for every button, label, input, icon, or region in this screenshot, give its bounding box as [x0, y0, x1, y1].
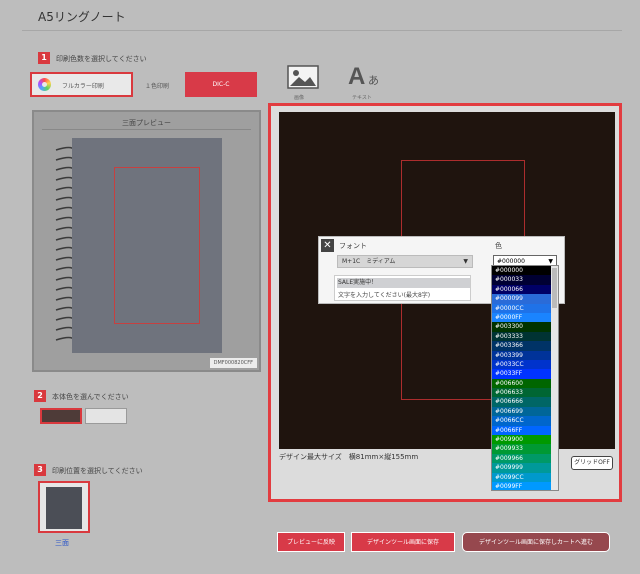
close-icon[interactable]: ✕: [321, 239, 334, 252]
color-select-value: #000000: [497, 258, 525, 265]
text-input[interactable]: SALE実施中！ 文字を入力してください(最大8字): [334, 275, 471, 301]
scrollbar-thumb[interactable]: [552, 268, 557, 308]
color-option[interactable]: #006699: [492, 406, 558, 417]
color-option[interactable]: #0000FF: [492, 312, 558, 323]
fullcolor-print-button[interactable]: フルカラー印刷: [30, 72, 133, 97]
color-option[interactable]: #0033CC: [492, 359, 558, 370]
color-option[interactable]: #003366: [492, 341, 558, 351]
print-position-preview: [46, 487, 82, 529]
color-option[interactable]: #003399: [492, 350, 558, 360]
color-option[interactable]: #009999: [492, 463, 558, 473]
save-and-cart-button[interactable]: デザインツール画面に保存しカートへ進む: [462, 532, 610, 552]
dic-color-button[interactable]: DIC-C: [185, 72, 257, 97]
font-select-value: M+1C ミディアム: [342, 258, 396, 265]
text-input-line-1: SALE実施中！: [337, 278, 470, 288]
save-design-button[interactable]: デザインツール画面に保存: [351, 532, 455, 552]
color-option[interactable]: #000033: [492, 275, 558, 285]
color-option[interactable]: #009933: [492, 444, 558, 454]
step-3-number: 3: [34, 464, 46, 476]
step-2-text: 本体色を選んでください: [52, 393, 129, 401]
grid-toggle-button[interactable]: グリッドOFF: [571, 456, 613, 470]
image-tool-icon[interactable]: [287, 65, 319, 89]
step-1-number: 1: [38, 52, 50, 64]
color-option[interactable]: #0099CC: [492, 472, 558, 482]
color-option[interactable]: #003300: [492, 322, 558, 332]
color-dropdown-list[interactable]: #000000 #000033 #000066 #000099 #0000CC #0000…: [491, 265, 559, 491]
notebook-print-area: [114, 167, 200, 324]
step-3-text: 印刷位置を選択してください: [52, 467, 143, 475]
print-position-label[interactable]: 三面: [55, 538, 69, 548]
svg-text:あ: あ: [368, 74, 379, 87]
print-position-thumbnail[interactable]: [38, 481, 90, 533]
color-option[interactable]: #009900: [492, 435, 558, 445]
body-color-white-swatch[interactable]: [85, 408, 127, 424]
color-label: 色: [495, 242, 502, 250]
chevron-down-icon: ▼: [463, 258, 468, 265]
font-label: フォント: [339, 242, 367, 250]
title-divider: [22, 30, 622, 31]
color-option[interactable]: #0066CC: [492, 416, 558, 426]
text-tool-label: テキスト: [352, 95, 372, 101]
color-option[interactable]: #003333: [492, 331, 558, 342]
color-option[interactable]: #006600: [492, 378, 558, 389]
step-1-text: 印刷色数を選択してください: [56, 55, 147, 63]
preview-panel: 三面プレビュー DMF000820CFF: [32, 110, 261, 372]
color-wheel-icon: [38, 78, 51, 91]
color-option[interactable]: #000099: [492, 294, 558, 304]
svg-text:A: A: [348, 63, 365, 90]
onecolor-print-option[interactable]: １色印刷: [145, 81, 169, 90]
color-option[interactable]: #0066FF: [492, 425, 558, 436]
text-tool-icon[interactable]: A あ: [346, 62, 386, 90]
canvas-size-caption: デザイン最大サイズ 横81mm×縦155mm: [279, 453, 419, 461]
color-option[interactable]: #0000CC: [492, 303, 558, 313]
text-input-line-2: 文字を入力してください(最大8字): [338, 292, 431, 299]
step-2-number: 2: [34, 390, 46, 402]
image-tool-label: 画像: [294, 95, 305, 101]
apply-preview-button[interactable]: プレビューに反映: [277, 532, 345, 552]
color-option[interactable]: #000066: [492, 284, 558, 295]
preview-caption: DMF000820CFF: [209, 358, 257, 368]
color-option[interactable]: #0099FF: [492, 481, 558, 490]
color-option[interactable]: #0033FF: [492, 369, 558, 379]
scrollbar[interactable]: [551, 266, 558, 490]
font-select[interactable]: M+1C ミディアム ▼: [337, 255, 473, 268]
color-option[interactable]: #009966: [492, 453, 558, 464]
preview-title: 三面プレビュー: [122, 119, 171, 127]
page-title: A5リングノート: [38, 10, 126, 24]
color-option[interactable]: #006633: [492, 388, 558, 398]
preview-title-divider: [42, 129, 251, 130]
body-color-dark-swatch[interactable]: [40, 408, 82, 424]
fullcolor-label: フルカラー印刷: [62, 83, 104, 90]
color-option[interactable]: #000000: [492, 266, 558, 276]
color-option[interactable]: #006666: [492, 397, 558, 407]
